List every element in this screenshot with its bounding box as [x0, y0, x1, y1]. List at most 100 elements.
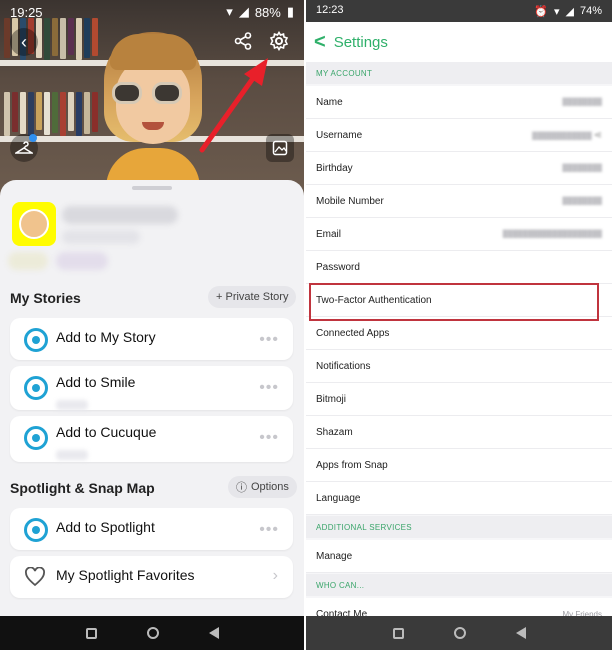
row-label: Apps from Snap	[316, 459, 388, 471]
hanger-icon	[15, 141, 33, 154]
battery-icon: ▮	[286, 4, 294, 19]
section-header: MY ACCOUNT	[306, 62, 612, 84]
display-name-blurred	[62, 206, 178, 224]
recents-button[interactable]	[85, 627, 97, 639]
row-label: Bitmoji	[316, 393, 347, 405]
settings-row-notifications[interactable]: Notifications	[306, 350, 612, 383]
camera-icon	[24, 518, 48, 542]
more-options-icon[interactable]: •••	[259, 331, 279, 349]
my-stories-heading: My Stories	[10, 290, 81, 306]
row-label: Notifications	[316, 360, 371, 372]
profile-sheet: My Stories + Private Story Add to My Sto…	[0, 180, 304, 616]
story-item[interactable]: Add to My Story •••	[10, 318, 293, 360]
notification-dot	[29, 134, 37, 142]
badge-blurred	[56, 252, 108, 270]
settings-header: < Settings	[306, 22, 612, 62]
back-nav-button[interactable]	[515, 627, 526, 639]
snapcode[interactable]	[12, 202, 56, 246]
status-bar: 12:23 ⏰ ▾ ◢ 74%	[306, 0, 612, 22]
back-nav-button[interactable]	[208, 627, 219, 639]
private-story-label: + Private Story	[216, 291, 289, 303]
battery-level: 74%	[579, 5, 602, 17]
story-item-label: Add to Smile	[56, 374, 136, 390]
settings-button[interactable]	[268, 30, 290, 52]
settings-row-mobile[interactable]: Mobile Number ████████	[306, 185, 612, 218]
camera-icon	[24, 426, 48, 450]
row-label: Shazam	[316, 426, 353, 438]
signal-icon: ◢	[238, 4, 249, 19]
settings-row-name[interactable]: Name ████████	[306, 86, 612, 119]
more-options-icon[interactable]: •••	[259, 521, 279, 539]
row-label: Birthday	[316, 162, 353, 174]
back-button[interactable]: ‹	[10, 28, 38, 56]
badge-blurred	[8, 252, 48, 270]
spotlight-item-label: Add to Spotlight	[56, 519, 155, 535]
options-label: Options	[251, 481, 289, 493]
heart-icon	[25, 567, 45, 587]
highlight-box-annotation	[309, 283, 599, 321]
settings-row-manage[interactable]: Manage	[306, 540, 612, 573]
section-header: ADDITIONAL SERVICES	[306, 516, 612, 538]
alarm-icon: ⏰	[534, 5, 548, 18]
camera-icon	[24, 376, 48, 400]
settings-row-password[interactable]: Password	[306, 251, 612, 284]
red-arrow-annotation	[199, 58, 268, 153]
home-button[interactable]	[453, 627, 466, 639]
more-options-icon[interactable]: •••	[259, 379, 279, 397]
status-time: 19:25	[10, 5, 43, 20]
story-item[interactable]: Add to Smile •••	[10, 366, 293, 410]
row-label: Language	[316, 492, 361, 504]
settings-row-email[interactable]: Email ████████████████████	[306, 218, 612, 251]
row-label: Name	[316, 96, 343, 108]
settings-row-username[interactable]: Username ████████████ ⋖	[306, 119, 612, 152]
wifi-icon: ▾	[226, 4, 233, 19]
settings-row-bitmoji[interactable]: Bitmoji	[306, 383, 612, 416]
row-label: Username	[316, 129, 363, 141]
home-button[interactable]	[146, 627, 159, 639]
private-story-button[interactable]: + Private Story	[208, 286, 297, 308]
gear-icon	[269, 31, 289, 51]
spotlight-item-label: My Spotlight Favorites	[56, 567, 195, 583]
settings-row-apps-from-snap[interactable]: Apps from Snap	[306, 449, 612, 482]
settings-row-language[interactable]: Language	[306, 482, 612, 515]
camera-icon	[24, 328, 48, 352]
settings-row-shazam[interactable]: Shazam	[306, 416, 612, 449]
section-header: WHO CAN...	[306, 574, 612, 596]
back-icon[interactable]: <	[314, 31, 326, 54]
story-subtitle-blurred	[56, 400, 88, 410]
spotlight-favorites-item[interactable]: My Spotlight Favorites ›	[10, 556, 293, 598]
spotlight-heading: Spotlight & Snap Map	[10, 480, 155, 496]
story-item[interactable]: Add to Cucuque •••	[10, 416, 293, 462]
share-icon[interactable]: ⋖	[594, 130, 602, 141]
share-icon	[234, 32, 252, 50]
android-nav-bar	[306, 616, 612, 650]
row-label: Manage	[316, 550, 353, 562]
options-button[interactable]: ⓘ Options	[228, 476, 297, 498]
spotlight-item[interactable]: Add to Spotlight •••	[10, 508, 293, 550]
settings-row-birthday[interactable]: Birthday ████████	[306, 152, 612, 185]
recents-button[interactable]	[392, 627, 404, 639]
row-label: Mobile Number	[316, 195, 384, 207]
snapchat-profile-screen: 19:25 ▾ ◢ 88% ▮ ‹ My Stories + Private S…	[0, 0, 304, 650]
story-item-label: Add to My Story	[56, 329, 156, 345]
status-bar: 19:25 ▾ ◢ 88% ▮	[0, 0, 304, 24]
bitmoji-avatar[interactable]	[98, 30, 208, 208]
signal-icon: ◢	[565, 5, 574, 18]
status-time: 12:23	[316, 4, 344, 16]
sheet-handle[interactable]	[132, 186, 172, 190]
share-button[interactable]	[232, 30, 254, 52]
android-nav-bar	[0, 616, 304, 650]
wifi-icon: ▾	[553, 5, 560, 18]
back-icon: ‹	[21, 31, 27, 52]
username-blurred	[62, 230, 140, 244]
row-label: Email	[316, 228, 342, 240]
info-icon: ⓘ	[236, 482, 247, 494]
page-title: Settings	[333, 33, 388, 51]
story-item-label: Add to Cucuque	[56, 424, 157, 440]
more-options-icon[interactable]: •••	[259, 429, 279, 447]
row-label: Connected Apps	[316, 327, 390, 339]
row-label: Password	[316, 261, 360, 273]
snapchat-settings-screen: 12:23 ⏰ ▾ ◢ 74% < Settings MY ACCOUNT Na…	[306, 0, 612, 650]
settings-row-connected-apps[interactable]: Connected Apps	[306, 317, 612, 350]
battery-level: 88%	[254, 4, 281, 20]
